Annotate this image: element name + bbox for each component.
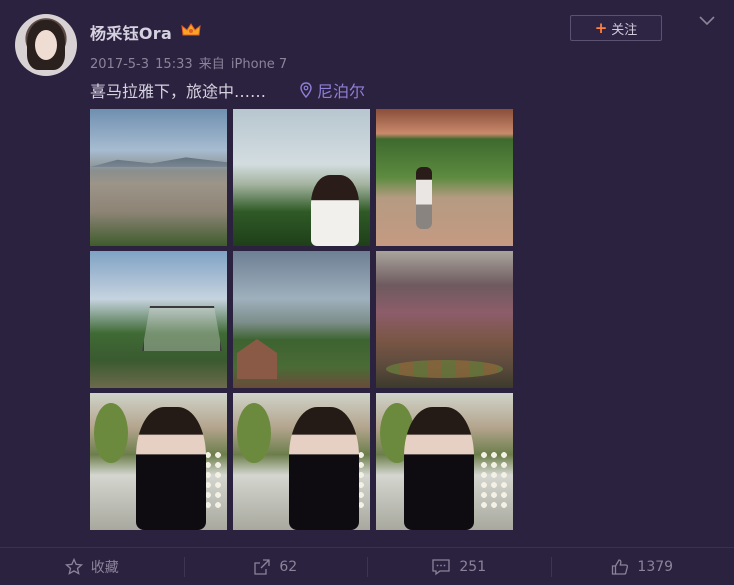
location-pin-icon [300,82,312,98]
comment-button[interactable]: 251 [367,548,551,585]
like-button[interactable]: 1379 [550,548,734,585]
photo-pavilion[interactable] [90,251,227,388]
username[interactable]: 杨采钰Ora [90,20,172,44]
follow-label: 关注 [611,22,638,38]
user-avatar[interactable] [15,14,77,76]
photo-market[interactable] [376,251,513,388]
post-time[interactable]: 15:33 [155,57,192,72]
photo-portrait-3[interactable] [376,393,513,530]
photo-woman-trees[interactable] [233,109,370,246]
comment-count: 251 [459,558,487,575]
thumbs-up-icon [612,558,629,575]
weibo-post: 杨采钰Ora 2017-5-3 15:33 来自 iPhone 7 + 关注 喜… [0,0,734,585]
favorite-button[interactable]: 收藏 [0,548,184,585]
star-icon [64,557,83,575]
follow-button[interactable]: + 关注 [570,15,662,41]
repost-count: 62 [279,558,298,575]
post-date[interactable]: 2017-5-3 [90,57,149,72]
photo-mountain-houses[interactable] [233,251,370,388]
favorite-label: 收藏 [90,559,119,576]
photo-grid [90,109,513,530]
like-count: 1379 [637,558,674,575]
repost-button[interactable]: 62 [183,548,368,585]
location-label: 尼泊尔 [317,82,366,101]
photo-woman-courtyard[interactable] [376,109,513,246]
action-bar: 收藏 62 251 1379 [0,547,734,585]
post-meta: 2017-5-3 15:33 来自 iPhone 7 [90,53,289,72]
chevron-down-icon[interactable] [698,14,716,28]
photo-city-view[interactable] [90,109,227,246]
photo-portrait-1[interactable] [90,393,227,530]
crown-icon [180,20,202,40]
location-link[interactable]: 尼泊尔 [300,78,365,102]
source-device: iPhone 7 [230,57,288,72]
share-icon [254,558,270,575]
comment-icon [432,558,451,575]
plus-icon: + [594,19,608,37]
source-prefix: 来自 [198,57,225,72]
post-text: 喜马拉雅下，旅途中…… [90,82,267,101]
photo-portrait-2[interactable] [233,393,370,530]
